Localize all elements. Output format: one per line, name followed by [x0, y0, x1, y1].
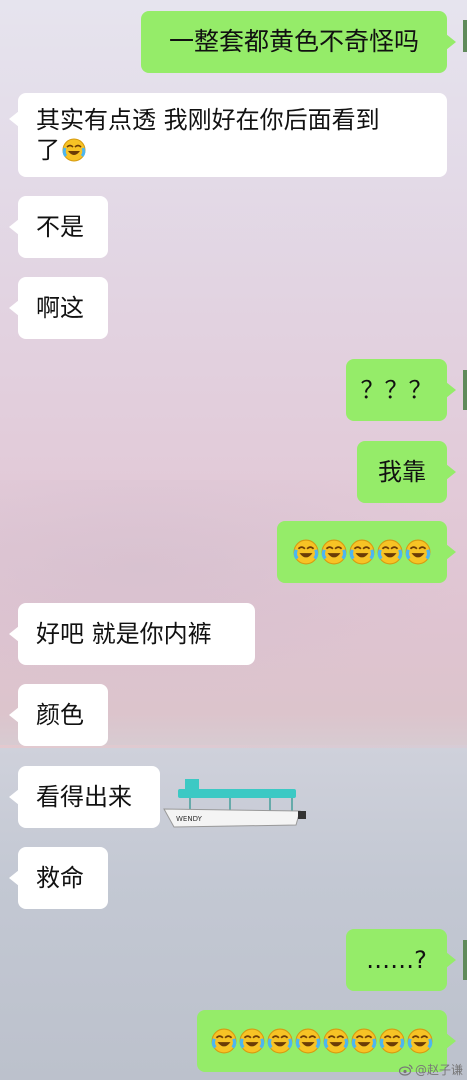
message-received: 看得出来: [18, 766, 160, 828]
message-sent: 一整套都黄色不奇怪吗: [141, 11, 447, 73]
message-received: 救命: [18, 847, 108, 909]
message-sent: ？？？: [346, 359, 447, 421]
laugh-cry-icon: [211, 1028, 237, 1054]
chat-bubble[interactable]: 我靠: [357, 441, 447, 503]
chat-bubble[interactable]: 好吧 就是你内裤: [18, 603, 255, 665]
message-sent: ……?: [346, 929, 447, 991]
chat-bubble[interactable]: 一整套都黄色不奇怪吗: [141, 11, 447, 73]
laugh-cry-icon: [323, 1028, 349, 1054]
message-sent: [277, 521, 447, 583]
laugh-cry-icon: [62, 138, 86, 162]
laugh-cry-icon: [239, 1028, 265, 1054]
boat-image: WENDY: [163, 779, 306, 828]
chat-bubble[interactable]: 看得出来: [18, 766, 160, 828]
laugh-cry-icon: [377, 539, 403, 565]
laugh-cry-icon: [293, 539, 319, 565]
chat-bubble[interactable]: 不是: [18, 196, 108, 258]
mist-layer: [0, 480, 467, 700]
message-received: 颜色: [18, 684, 108, 746]
svg-text:WENDY: WENDY: [176, 815, 203, 823]
chat-bubble[interactable]: 颜色: [18, 684, 108, 746]
laugh-cry-icon: [405, 539, 431, 565]
message-sent: 我靠: [357, 441, 447, 503]
message-received: 不是: [18, 196, 108, 258]
weibo-icon: [398, 1063, 413, 1076]
watermark: @赵子谦: [398, 1061, 463, 1078]
laugh-cry-icon: [407, 1028, 433, 1054]
watermark-text: @赵子谦: [414, 1063, 463, 1077]
chat-bubble[interactable]: 啊这: [18, 277, 108, 339]
chat-bubble[interactable]: ？？？: [346, 359, 447, 421]
laugh-cry-icon: [295, 1028, 321, 1054]
laugh-cry-icon: [351, 1028, 377, 1054]
chat-bubble[interactable]: ……?: [346, 929, 447, 991]
message-received: 其实有点透 我刚好在你后面看到 了: [18, 93, 447, 177]
laugh-cry-icon: [379, 1028, 405, 1054]
message-received: 好吧 就是你内裤: [18, 603, 255, 665]
avatar-edge: [463, 370, 467, 410]
chat-bubble[interactable]: 救命: [18, 847, 108, 909]
avatar-edge: [463, 20, 467, 52]
message-text: 其实有点透 我刚好在你后面看到: [36, 106, 380, 134]
chat-bubble[interactable]: 其实有点透 我刚好在你后面看到 了: [18, 93, 447, 177]
laugh-cry-icon: [321, 539, 347, 565]
message-text-line2: 了: [36, 135, 429, 165]
avatar-edge: [463, 940, 467, 980]
chat-bubble[interactable]: [277, 521, 447, 583]
emoji-row: [293, 539, 431, 565]
message-received: 啊这: [18, 277, 108, 339]
laugh-cry-icon: [267, 1028, 293, 1054]
emoji-row: [211, 1028, 433, 1054]
laugh-cry-icon: [349, 539, 375, 565]
